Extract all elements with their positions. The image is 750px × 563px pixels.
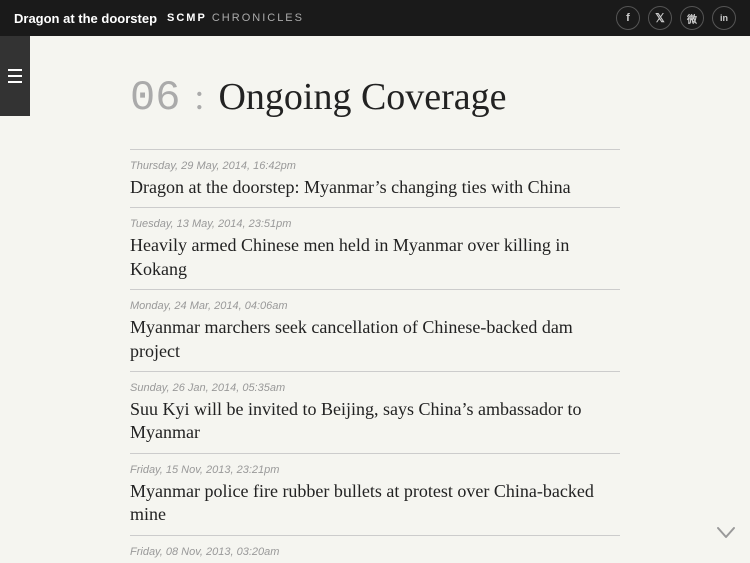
article-date: Sunday, 26 Jan, 2014, 05:35am [130,382,620,394]
main-content: 06 : Ongoing Coverage Thursday, 29 May, … [0,36,750,563]
article-item: Monday, 24 Mar, 2014, 04:06am Myanmar mar… [130,289,620,371]
hamburger-icon [8,69,22,83]
brand-light: CHRONICLES [212,12,304,24]
sidebar-toggle[interactable] [0,36,30,116]
social-icons: f 𝕏 微 in [616,6,736,30]
article-item: Sunday, 26 Jan, 2014, 05:35am Suu Kyi wil… [130,371,620,453]
article-title[interactable]: Suu Kyi will be invited to Beijing, says… [130,398,620,445]
header-left: Dragon at the doorstep SCMP CHRONICLES [14,11,304,26]
article-title[interactable]: Dragon at the doorstep: Myanmar’s changi… [130,176,620,199]
article-date: Monday, 24 Mar, 2014, 04:06am [130,300,620,312]
article-date: Friday, 08 Nov, 2013, 03:20am [130,546,620,558]
article-item: Friday, 15 Nov, 2013, 23:21pm Myanmar pol… [130,453,620,535]
chapter-heading: 06 : Ongoing Coverage [130,76,620,119]
app-title: Dragon at the doorstep [14,11,157,26]
article-title[interactable]: Heavily armed Chinese men held in Myanma… [130,234,620,281]
article-date: Thursday, 29 May, 2014, 16:42pm [130,160,620,172]
article-item: Friday, 08 Nov, 2013, 03:20amMyanmese op… [130,535,620,563]
article-title[interactable]: Myanmar police fire rubber bullets at pr… [130,480,620,527]
article-date: Tuesday, 13 May, 2014, 23:51pm [130,218,620,230]
article-item: Tuesday, 13 May, 2014, 23:51pm Heavily ar… [130,207,620,289]
twitter-icon[interactable]: 𝕏 [648,6,672,30]
chapter-title: Ongoing Coverage [218,78,506,116]
article-date: Friday, 15 Nov, 2013, 23:21pm [130,464,620,476]
weibo-icon[interactable]: 微 [680,6,704,30]
chapter-number: 06 [130,77,180,119]
article-title[interactable]: Myanmar marchers seek cancellation of Ch… [130,316,620,363]
linkedin-icon[interactable]: in [712,6,736,30]
brand-label: SCMP CHRONICLES [167,12,304,24]
brand-bold: SCMP [167,12,207,24]
chapter-colon: : [194,76,204,118]
app-header: Dragon at the doorstep SCMP CHRONICLES f… [0,0,750,36]
article-item: Thursday, 29 May, 2014, 16:42pm Dragon at… [130,149,620,207]
scroll-down-arrow[interactable] [714,521,738,545]
article-list: Thursday, 29 May, 2014, 16:42pm Dragon at… [130,149,620,563]
facebook-icon[interactable]: f [616,6,640,30]
